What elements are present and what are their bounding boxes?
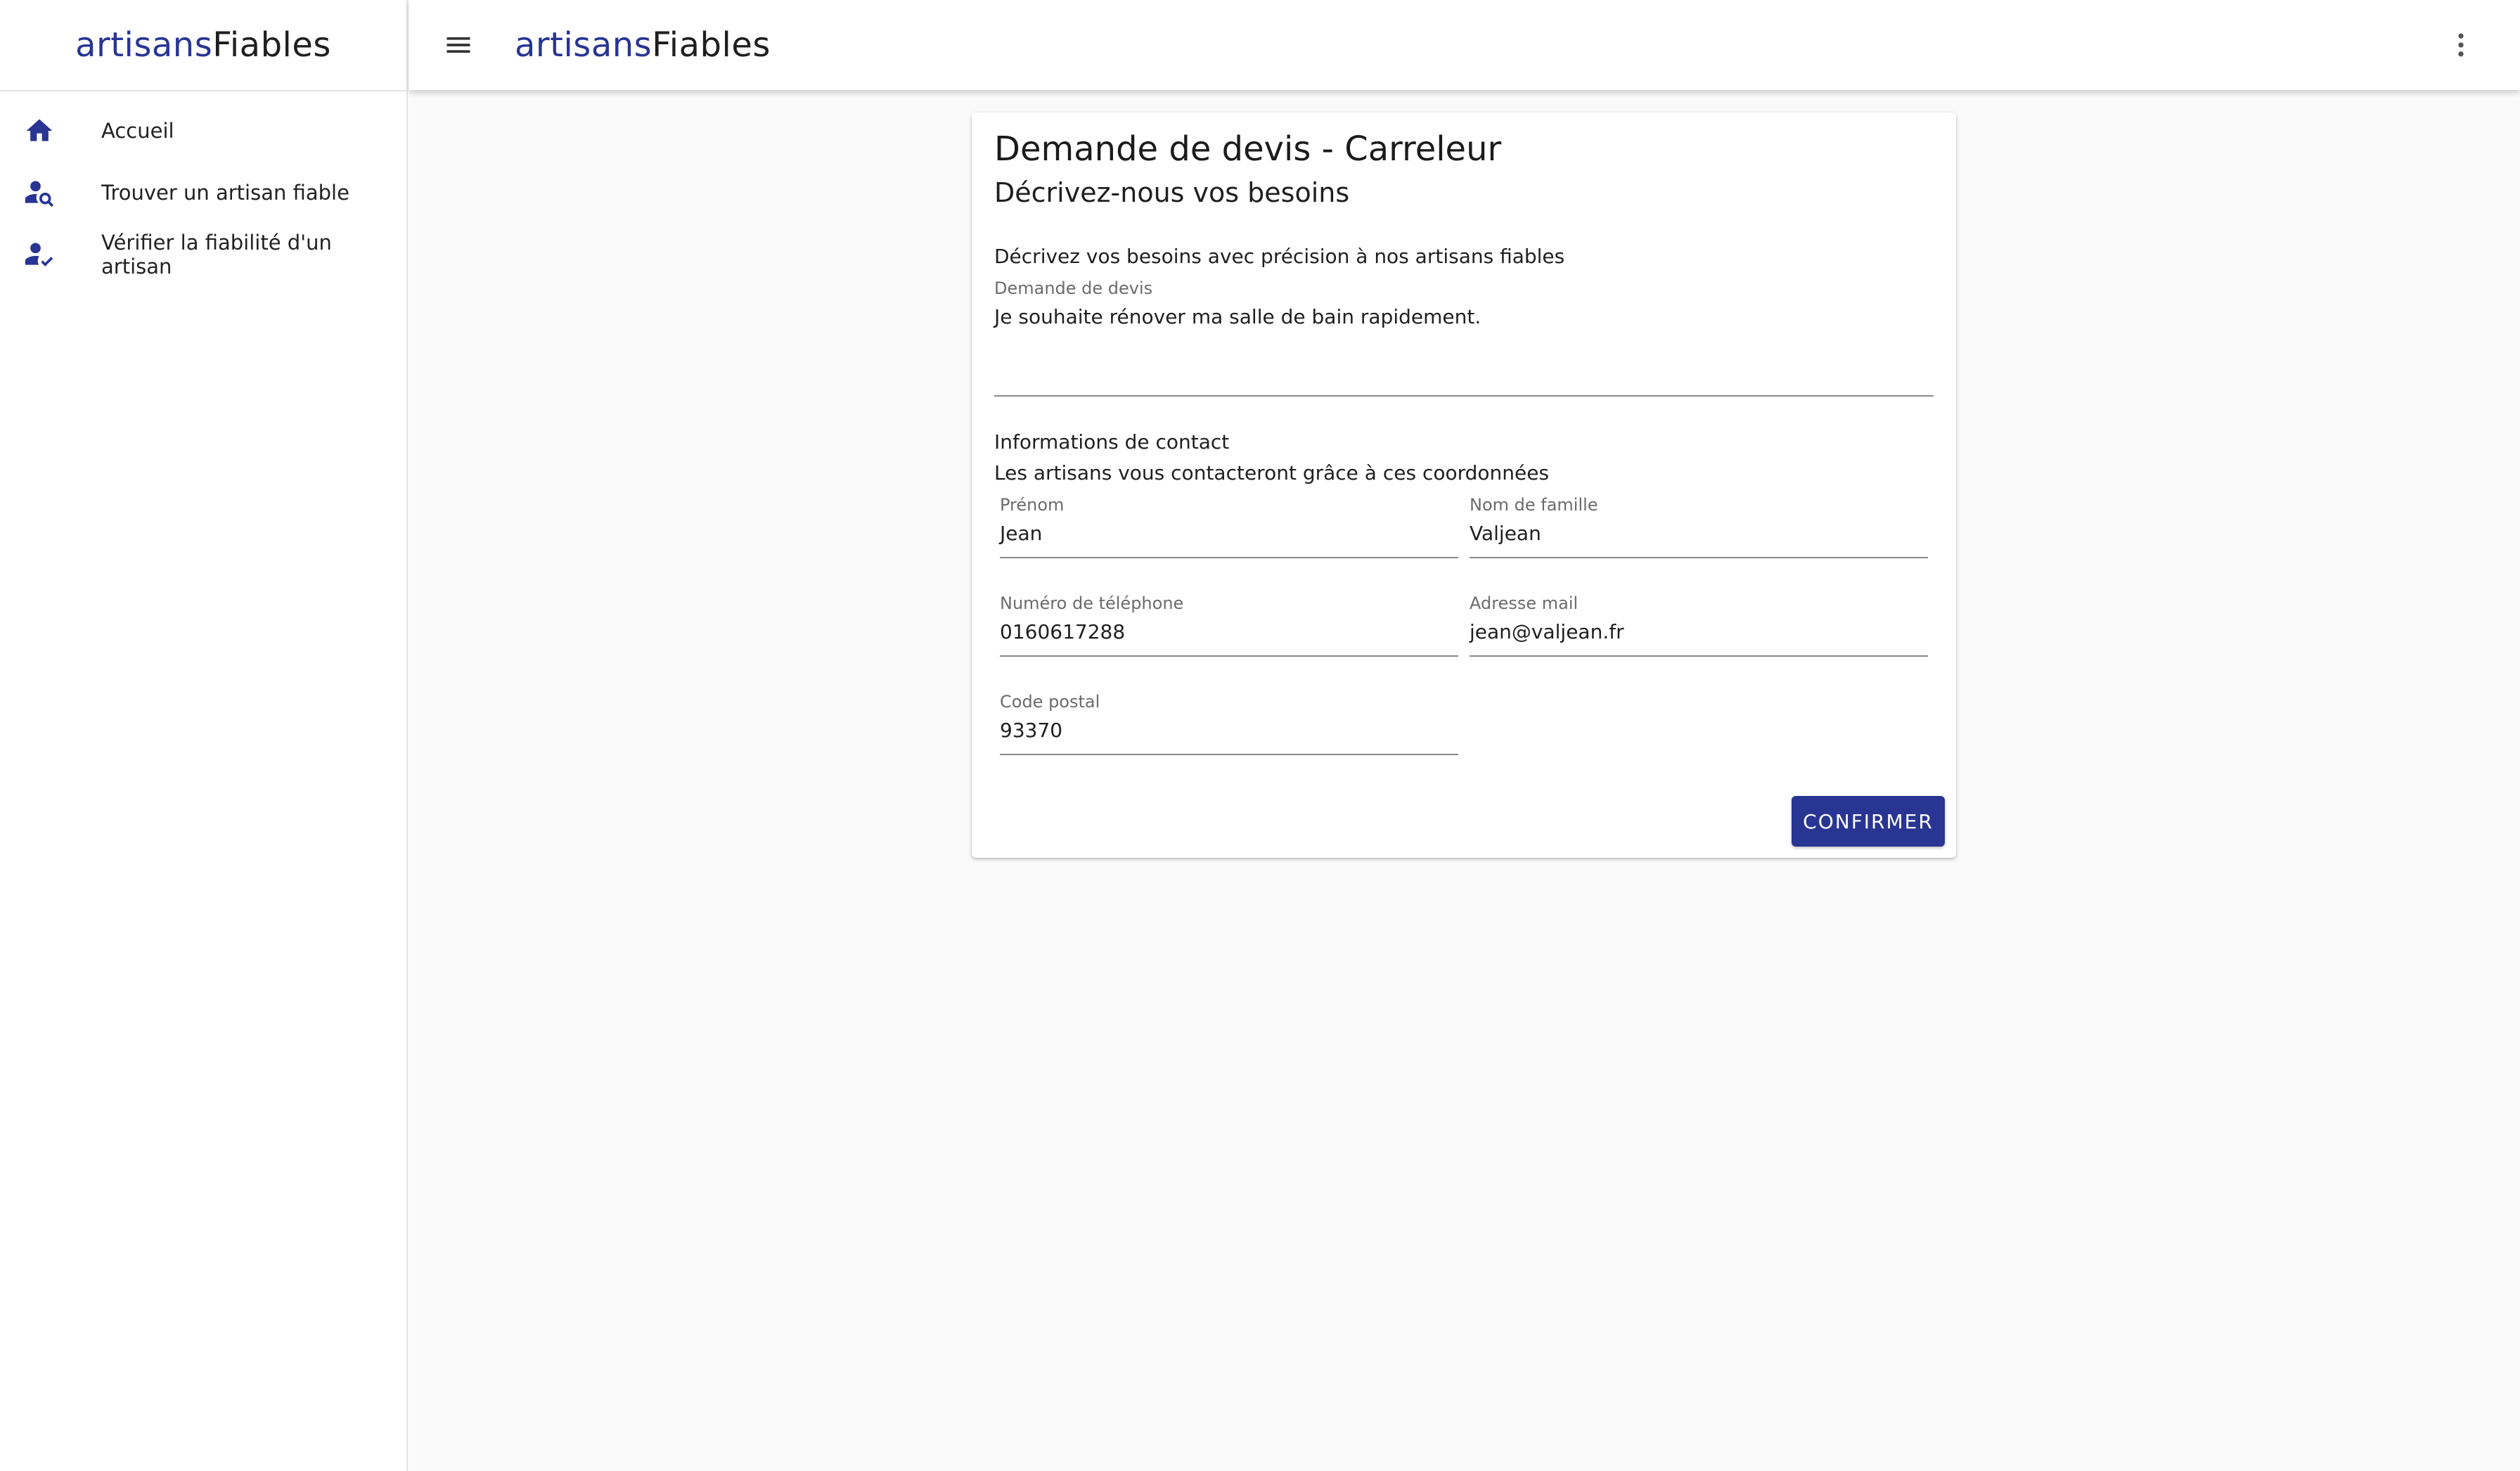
last-name-label: Nom de famille xyxy=(1470,495,1598,515)
more-options-button[interactable] xyxy=(2436,20,2486,70)
card-title: Demande de devis - Carreleur xyxy=(994,129,1502,169)
home-icon xyxy=(24,115,55,146)
person-check-icon xyxy=(24,239,55,270)
confirm-button[interactable]: CONFIRMER xyxy=(1792,796,1945,847)
phone-field[interactable]: 0160617288 xyxy=(1000,620,1457,643)
request-label: Demande de devis xyxy=(994,278,1153,298)
last-name-field[interactable]: Valjean xyxy=(1470,522,1927,545)
request-textarea[interactable]: Je souhaite rénover ma salle de bain rap… xyxy=(994,305,1929,375)
request-underline xyxy=(994,395,1934,397)
sidebar-item-trouver-artisan[interactable]: Trouver un artisan fiable xyxy=(0,162,406,224)
person-search-icon xyxy=(24,177,55,208)
sidebar-logo[interactable]: artisans Fiables xyxy=(0,0,406,91)
phone-label: Numéro de téléphone xyxy=(1000,593,1184,613)
first-name-underline xyxy=(1000,557,1458,558)
email-label: Adresse mail xyxy=(1470,593,1579,613)
sidebar: artisans Fiables Accueil Trouver un artis… xyxy=(0,0,408,1471)
menu-icon xyxy=(443,30,474,60)
sidebar-nav: Accueil Trouver un artisan fiable Vérifi… xyxy=(0,91,406,285)
email-underline xyxy=(1470,655,1928,657)
postal-code-field[interactable]: 93370 xyxy=(1000,719,1457,742)
postal-code-label: Code postal xyxy=(1000,692,1100,712)
top-app-bar: artisansFiables xyxy=(409,0,2520,90)
topbar-logo[interactable]: artisansFiables xyxy=(515,25,771,65)
first-name-field[interactable]: Jean xyxy=(1000,522,1457,545)
sidebar-item-label: Trouver un artisan fiable xyxy=(101,181,349,205)
logo-part-artisans: artisans xyxy=(75,25,213,65)
intro-text: Décrivez vos besoins avec précision à no… xyxy=(994,245,1565,268)
sidebar-item-accueil[interactable]: Accueil xyxy=(0,100,406,162)
quote-request-card: Demande de devis - Carreleur Décrivez-no… xyxy=(972,113,1956,858)
contact-section-title: Informations de contact xyxy=(994,430,1230,454)
sidebar-item-label: Vérifier la fiabilité d'un artisan xyxy=(101,231,332,278)
logo-part-fiables: Fiables xyxy=(212,25,331,65)
sidebar-item-label: Accueil xyxy=(101,119,174,143)
postal-code-underline xyxy=(1000,754,1458,755)
menu-button[interactable] xyxy=(423,10,494,80)
first-name-label: Prénom xyxy=(1000,495,1065,515)
card-subtitle: Décrivez-nous vos besoins xyxy=(994,177,1350,208)
logo-part-fiables: Fiables xyxy=(652,25,771,65)
logo-part-artisans: artisans xyxy=(515,25,652,65)
email-field[interactable]: jean@valjean.fr xyxy=(1470,620,1927,643)
sidebar-item-verifier-fiabilite[interactable]: Vérifier la fiabilité d'un artisan xyxy=(0,224,406,285)
phone-underline xyxy=(1000,655,1458,657)
more-vert-icon xyxy=(2445,30,2476,60)
contact-section-subtitle: Les artisans vous contacteront grâce à c… xyxy=(994,461,1550,484)
last-name-underline xyxy=(1470,557,1928,558)
